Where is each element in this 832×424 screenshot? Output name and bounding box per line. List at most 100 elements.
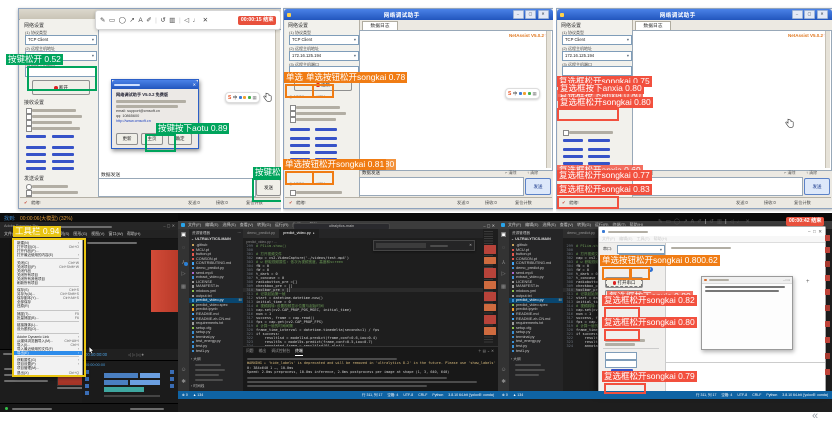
menubar-item[interactable]: 查看(V) (560, 222, 573, 228)
host-select[interactable]: 172.16.125.194▾ (562, 51, 632, 61)
checkbox[interactable] (290, 117, 296, 123)
status-item[interactable]: ⊗ 0 (502, 393, 508, 397)
status-item[interactable]: 空格: 4 (721, 393, 732, 398)
brand-text[interactable]: NetAssist V5.0.2 (788, 33, 823, 38)
file-item[interactable]: test1.py (509, 349, 563, 354)
send-input[interactable] (98, 178, 256, 197)
checkbox[interactable] (26, 190, 32, 196)
update-button[interactable]: 更新 (116, 133, 138, 145)
small-field[interactable] (605, 352, 637, 360)
explorer-icon[interactable]: ▣ (178, 232, 189, 238)
checkbox[interactable] (26, 108, 32, 114)
source-control-icon[interactable]: Y (498, 258, 509, 264)
disconnect-button[interactable]: 断开 (32, 80, 90, 95)
menubar-item[interactable]: 工具(T) (636, 236, 649, 242)
breadcrumb[interactable]: predict_video.py › … (246, 240, 277, 244)
find-widget[interactable]: ✕ (373, 240, 475, 251)
file-menu-item[interactable]: 批量捕捉(B)...F6 (14, 316, 82, 320)
speaker-icon[interactable]: ◁ (730, 219, 734, 225)
checkbox[interactable] (290, 190, 296, 196)
menubar-item[interactable]: 文件(F) (602, 236, 615, 242)
status-item[interactable]: 行 311, 列 17 (362, 393, 382, 398)
find-input[interactable] (376, 243, 426, 249)
trash-icon[interactable]: ▥ (717, 219, 722, 225)
receive-area[interactable] (632, 30, 832, 171)
dialog-close-icon[interactable]: ✕ (193, 82, 196, 87)
divider[interactable]: | (179, 17, 181, 24)
track-toggle[interactable] (85, 384, 89, 388)
link-placeholder[interactable] (52, 146, 74, 149)
window-controls[interactable]: – ▢ ✕ (483, 223, 495, 228)
checkbox[interactable] (26, 120, 32, 126)
sogou-input-bar[interactable]: S 中 ▦ (225, 92, 260, 103)
account-icon[interactable]: ☺ (178, 367, 189, 373)
audio-clip[interactable] (104, 395, 160, 397)
recording-timer-badge[interactable]: 00:00:15 结束 (238, 16, 276, 25)
close-icon[interactable]: ✕ (203, 16, 208, 24)
outline-section[interactable]: › 大纲 (191, 357, 201, 362)
port-input[interactable] (25, 67, 97, 77)
speaker-icon[interactable]: ◁ (184, 16, 189, 24)
file-menu-item[interactable]: 刷新所有项目 (14, 281, 82, 285)
menubar-item[interactable]: 图形(G) (73, 231, 87, 237)
info-icon[interactable]: i (648, 267, 653, 272)
checkbox[interactable] (290, 111, 296, 117)
ellipse-icon[interactable]: ◯ (674, 219, 680, 225)
clear-recv[interactable]: ↑ 清除 (527, 170, 538, 176)
menubar-item[interactable]: 选择(S) (542, 222, 555, 228)
link-placeholder[interactable] (52, 135, 74, 138)
protocol-select[interactable]: TCP Client▾ (562, 35, 632, 45)
dialog-titlebar[interactable]: – □ × (702, 277, 792, 284)
link-placeholder[interactable] (563, 139, 583, 142)
link-placeholder[interactable] (588, 139, 610, 142)
scrollbar[interactable] (275, 30, 280, 178)
close-icon[interactable]: ✕ (817, 10, 828, 19)
rect-icon[interactable]: ▭ (109, 16, 115, 24)
status-item[interactable]: UTF-8 (403, 393, 413, 398)
radio-hex[interactable]: ○ HEX (313, 94, 325, 99)
maximize-icon[interactable]: ▢ (804, 10, 815, 19)
file-menu-item[interactable] (17, 321, 79, 322)
recording-timer-badge[interactable]: 00:00:42 结束 (786, 217, 824, 226)
arrow-icon[interactable]: ↗ (129, 16, 134, 24)
minimap[interactable] (483, 229, 498, 346)
explorer-icon[interactable]: ▣ (498, 232, 509, 238)
port-input[interactable] (562, 66, 632, 76)
undo-icon[interactable]: ↺ (160, 16, 165, 24)
file-menu-item[interactable]: 还原(R) (14, 304, 82, 308)
file-menu-item[interactable]: 退出(X)Ctrl+Q (14, 371, 82, 375)
status-item[interactable]: ▲ 134 (193, 393, 203, 397)
menubar-item[interactable]: 运行(R) (275, 222, 289, 228)
debug-icon[interactable]: ▷ (498, 271, 509, 277)
menubar-item[interactable]: 编辑(E) (619, 236, 632, 242)
scrollbar[interactable] (546, 31, 551, 168)
root-folder[interactable]: ⌄ ULTRALYTICS-MAIN (191, 237, 231, 241)
mic-icon[interactable]: ♩ (737, 219, 743, 225)
open-serial-button[interactable]: 打开串口 (605, 277, 643, 288)
track-toggle[interactable] (85, 370, 89, 374)
com-select[interactable]: ▾ (617, 245, 665, 254)
about-url[interactable]: http://www.cmsoft.cn (116, 119, 151, 123)
link-placeholder[interactable] (26, 135, 46, 138)
menubar-item[interactable]: 编辑(E) (205, 222, 218, 228)
send-button[interactable]: 发送 (804, 178, 830, 195)
panel-tab[interactable]: 调试控制台 (271, 348, 290, 356)
link-placeholder[interactable] (290, 151, 310, 154)
trash-icon[interactable]: ▥ (169, 16, 175, 24)
clear-send[interactable]: ⌐ 清除 (505, 170, 516, 176)
send-input[interactable] (632, 177, 803, 196)
close-icon[interactable]: ✕ (538, 10, 549, 19)
status-item[interactable]: Python (766, 393, 777, 398)
checkbox[interactable] (563, 130, 569, 136)
link-placeholder[interactable] (290, 144, 310, 147)
link-placeholder[interactable] (315, 144, 337, 147)
file-menu-item[interactable]: 设为脱机(O)... (14, 327, 82, 331)
menubar-item[interactable]: 视图(V) (91, 231, 104, 237)
menubar-item[interactable]: 窗口(W) (108, 231, 122, 237)
divider[interactable]: | (725, 219, 726, 225)
menubar-item[interactable]: 选择(S) (222, 222, 235, 228)
divider[interactable]: | (155, 17, 157, 24)
ok-button[interactable]: 确定 (168, 133, 192, 145)
radio-ascii-2[interactable]: ◉ ASCII (289, 181, 304, 186)
checkbox[interactable] (26, 126, 32, 132)
